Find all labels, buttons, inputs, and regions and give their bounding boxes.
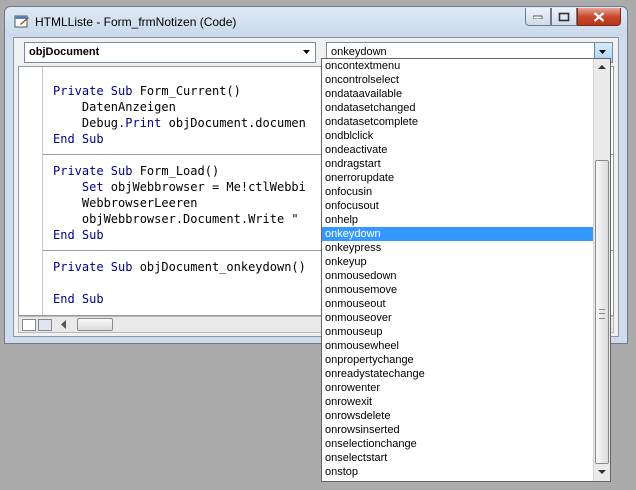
code-text: WebbrowserLeeren — [53, 196, 198, 210]
dropdown-item-ondataavailable[interactable]: ondataavailable — [322, 87, 594, 101]
dropdown-item-onpropertychange[interactable]: onpropertychange — [322, 353, 594, 367]
chevron-down-icon[interactable] — [303, 50, 311, 55]
full-module-view-button[interactable] — [38, 319, 52, 331]
scroll-grip-icon — [599, 309, 605, 319]
window-title: HTMLListe - Form_frmNotizen (Code) — [35, 15, 237, 29]
vertical-scroll-thumb[interactable] — [595, 160, 609, 464]
dropdown-item-onstop[interactable]: onstop — [322, 465, 594, 479]
dropdown-item-onrowenter[interactable]: onrowenter — [322, 381, 594, 395]
code-text: objDocument_onkeydown() — [139, 260, 306, 274]
dropdown-item-onmouseout[interactable]: onmouseout — [322, 297, 594, 311]
code-text: Debug — [53, 116, 119, 130]
code-keyword: Private Sub — [53, 260, 140, 274]
minimize-button[interactable] — [525, 8, 551, 26]
object-combobox[interactable]: objDocument — [24, 42, 316, 63]
dropdown-item-onkeypress[interactable]: onkeypress — [322, 241, 594, 255]
dropdown-item-onselectionchange[interactable]: onselectionchange — [322, 437, 594, 451]
scroll-down-button[interactable] — [594, 464, 610, 481]
dropdown-item-onrowsinserted[interactable]: onrowsinserted — [322, 423, 594, 437]
code-keyword: End Sub — [53, 228, 104, 242]
dropdown-item-onkeyup[interactable]: onkeyup — [322, 255, 594, 269]
dropdown-item-onselectstart[interactable]: onselectstart — [322, 451, 594, 465]
code-text: objWebbrowser.Document.Write " — [53, 212, 299, 226]
dropdown-items: oncontextmenu oncontrolselect ondataavaila… — [322, 59, 594, 479]
scroll-left-icon[interactable] — [61, 320, 67, 329]
code-keyword: End Sub — [53, 132, 104, 146]
restore-icon — [558, 12, 570, 21]
scroll-up-icon — [598, 65, 606, 69]
dropdown-item-onerrorupdate[interactable]: onerrorupdate — [322, 171, 594, 185]
horizontal-scroll-thumb[interactable] — [77, 318, 113, 331]
close-icon — [593, 11, 605, 22]
dropdown-item-onmousewheel[interactable]: onmousewheel — [322, 339, 594, 353]
dropdown-item-onkeydown[interactable]: onkeydown — [322, 227, 594, 241]
object-combobox-value: objDocument — [29, 46, 100, 58]
code-text: DatenAnzeigen — [53, 100, 176, 114]
code-keyword: Private Sub — [53, 84, 140, 98]
dropdown-item-onfocusin[interactable]: onfocusin — [322, 185, 594, 199]
dropdown-item-onreadystatechange[interactable]: onreadystatechange — [322, 367, 594, 381]
dropdown-item-onmouseup[interactable]: onmouseup — [322, 325, 594, 339]
code-text: Form_Current() — [139, 84, 241, 98]
dropdown-item-ondeactivate[interactable]: ondeactivate — [322, 143, 594, 157]
code-keyword: Set — [53, 180, 111, 194]
title-bar[interactable]: HTMLListe - Form_frmNotizen (Code) — [5, 7, 627, 37]
dropdown-item-ondatasetcomplete[interactable]: ondatasetcomplete — [322, 115, 594, 129]
procedure-dropdown-list[interactable]: oncontextmenu oncontrolselect ondataavaila… — [321, 58, 611, 482]
dropdown-item-ondblclick[interactable]: ondblclick — [322, 129, 594, 143]
dropdown-item-onmouseover[interactable]: onmouseover — [322, 311, 594, 325]
code-keyword: Private Sub — [53, 164, 140, 178]
vba-code-icon — [14, 15, 29, 28]
procedure-combobox-value: onkeydown — [331, 46, 387, 58]
dropdown-vertical-scrollbar[interactable] — [593, 59, 610, 481]
procedure-view-button[interactable] — [22, 319, 36, 331]
dropdown-item-onmousedown[interactable]: onmousedown — [322, 269, 594, 283]
dropdown-item-onmousemove[interactable]: onmousemove — [322, 283, 594, 297]
code-text: Form_Load() — [139, 164, 220, 178]
code-text: objDocument.documen — [161, 116, 306, 130]
minimize-icon — [533, 15, 543, 19]
dropdown-item-onfocusout[interactable]: onfocusout — [322, 199, 594, 213]
dropdown-item-onhelp[interactable]: onhelp — [322, 213, 594, 227]
dropdown-item-onrowexit[interactable]: onrowexit — [322, 395, 594, 409]
maximize-button[interactable] — [551, 8, 577, 26]
scroll-up-button[interactable] — [594, 59, 610, 76]
margin-indicator-bar[interactable] — [19, 67, 43, 315]
dropdown-item-oncontextmenu[interactable]: oncontextmenu — [322, 59, 594, 73]
chevron-down-icon — [599, 50, 606, 54]
dropdown-item-onrowsdelete[interactable]: onrowsdelete — [322, 409, 594, 423]
scroll-down-icon — [598, 470, 606, 474]
code-keyword: End Sub — [53, 292, 104, 306]
dropdown-item-oncontrolselect[interactable]: oncontrolselect — [322, 73, 594, 87]
code-keyword: .Print — [118, 116, 162, 130]
close-button[interactable] — [577, 8, 621, 26]
dropdown-item-ondatasetchanged[interactable]: ondatasetchanged — [322, 101, 594, 115]
dropdown-item-ondragstart[interactable]: ondragstart — [322, 157, 594, 171]
code-text: objWebbrowser = Me!ctlWebbi — [110, 180, 306, 194]
